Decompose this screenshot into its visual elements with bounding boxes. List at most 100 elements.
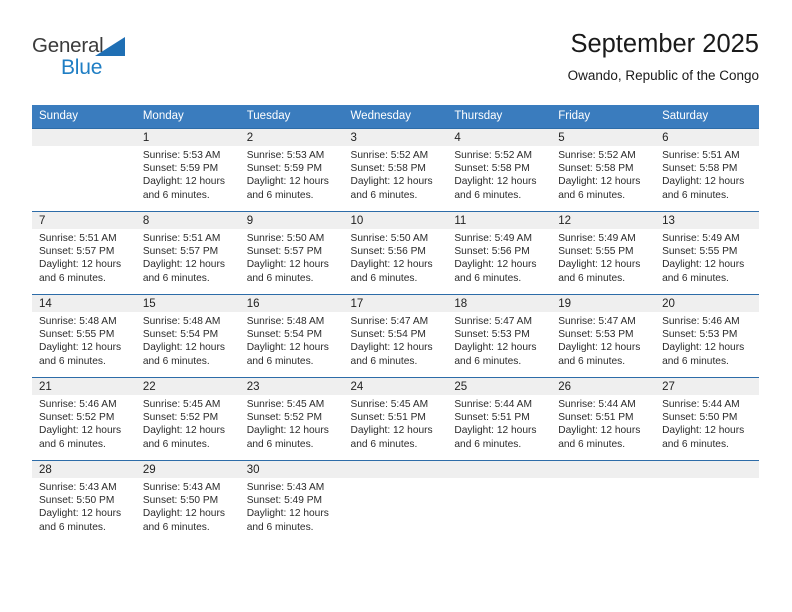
day-details: Sunrise: 5:49 AM Sunset: 5:56 PM Daylight:… [447, 229, 551, 285]
calendar-day-cell[interactable]: 17 Sunrise: 5:47 AM Sunset: 5:54 PM Dayligh… [343, 294, 448, 378]
sunset-text: Sunset: 5:57 PM [142, 246, 219, 258]
calendar-day-cell[interactable]: 13 Sunrise: 5:49 AM Sunset: 5:55 PM Dayligh… [655, 211, 759, 295]
calendar-day-cell[interactable]: 16 Sunrise: 5:48 AM Sunset: 5:54 PM Dayligh… [239, 294, 344, 378]
sunrise-text: Sunrise: 5:48 AM [142, 316, 221, 327]
sunset-text: Sunset: 5:51 PM [558, 412, 634, 424]
daylight-text-line1: Daylight: 12 hours [350, 425, 433, 437]
day-details: Sunrise: 5:53 AM Sunset: 5:59 PM Daylight:… [240, 146, 344, 202]
day-details: Sunrise: 5:48 AM Sunset: 5:54 PM Daylight:… [136, 312, 240, 368]
calendar-day-cell[interactable]: 7 Sunrise: 5:51 AM Sunset: 5:57 PM Daylight… [32, 211, 136, 295]
sunrise-text: Sunrise: 5:43 AM [142, 482, 221, 493]
daylight-text-line1: Daylight: 12 hours [142, 342, 225, 354]
sunset-text: Sunset: 5:52 PM [142, 412, 219, 424]
day-details: Sunrise: 5:46 AM Sunset: 5:52 PM Daylight:… [32, 395, 136, 451]
calendar-day-cell[interactable]: 24 Sunrise: 5:45 AM Sunset: 5:51 PM Dayligh… [343, 377, 448, 461]
daylight-text-line2: and 6 minutes. [558, 189, 626, 201]
daylight-text-line2: and 6 minutes. [142, 438, 210, 450]
calendar-day-cell[interactable]: 20 Sunrise: 5:46 AM Sunset: 5:53 PM Dayligh… [655, 294, 759, 378]
calendar-cell-empty [32, 128, 136, 212]
calendar-day-cell[interactable]: 12 Sunrise: 5:49 AM Sunset: 5:55 PM Dayligh… [551, 211, 656, 295]
calendar-day-cell[interactable]: 15 Sunrise: 5:48 AM Sunset: 5:54 PM Dayligh… [135, 294, 240, 378]
daylight-text-line2: and 6 minutes. [142, 355, 210, 367]
calendar-day-cell[interactable]: 11 Sunrise: 5:49 AM Sunset: 5:56 PM Dayligh… [447, 211, 552, 295]
day-details: Sunrise: 5:46 AM Sunset: 5:53 PM Daylight:… [655, 312, 759, 368]
day-details: Sunrise: 5:43 AM Sunset: 5:50 PM Daylight:… [136, 478, 240, 534]
day-details: Sunrise: 5:47 AM Sunset: 5:54 PM Daylight:… [344, 312, 448, 368]
daylight-text-line2: and 6 minutes. [350, 189, 418, 201]
sunrise-text: Sunrise: 5:47 AM [454, 316, 532, 327]
calendar-day-cell[interactable]: 4 Sunrise: 5:52 AM Sunset: 5:58 PM Daylight… [447, 128, 552, 212]
calendar-day-cell[interactable]: 30 Sunrise: 5:43 AM Sunset: 5:49 PM Dayligh… [239, 460, 344, 543]
calendar-day-cell[interactable]: 28 Sunrise: 5:43 AM Sunset: 5:50 PM Dayligh… [32, 460, 136, 543]
sunset-text: Sunset: 5:53 PM [662, 329, 738, 341]
daylight-text-line2: and 6 minutes. [558, 438, 626, 450]
day-number: 2 [239, 129, 344, 146]
daylight-text-line1: Daylight: 12 hours [662, 259, 745, 271]
daylight-text-line1: Daylight: 12 hours [350, 342, 433, 354]
day-number: 9 [239, 212, 344, 229]
calendar-day-cell[interactable]: 18 Sunrise: 5:47 AM Sunset: 5:53 PM Dayligh… [447, 294, 552, 378]
daylight-text-line2: and 6 minutes. [142, 521, 210, 533]
day-number: 12 [551, 212, 656, 229]
calendar-day-cell[interactable]: 22 Sunrise: 5:45 AM Sunset: 5:52 PM Dayligh… [135, 377, 240, 461]
sunset-text: Sunset: 5:49 PM [246, 495, 323, 507]
calendar-week-row: 14 Sunrise: 5:48 AM Sunset: 5:55 PM Dayligh… [32, 294, 759, 378]
sunrise-text: Sunrise: 5:52 AM [350, 150, 429, 161]
calendar-day-cell[interactable]: 8 Sunrise: 5:51 AM Sunset: 5:57 PM Daylight… [135, 211, 240, 295]
day-number [447, 461, 552, 478]
calendar-day-cell[interactable]: 6 Sunrise: 5:51 AM Sunset: 5:58 PM Daylight… [655, 128, 759, 212]
sunset-text: Sunset: 5:53 PM [558, 329, 634, 341]
daylight-text-line2: and 6 minutes. [662, 272, 729, 284]
sunrise-text: Sunrise: 5:45 AM [246, 399, 325, 410]
logo-triangle-icon [95, 37, 125, 56]
sunrise-text: Sunrise: 5:45 AM [350, 399, 429, 410]
calendar-day-cell[interactable]: 21 Sunrise: 5:46 AM Sunset: 5:52 PM Dayligh… [32, 377, 136, 461]
day-number: 6 [655, 129, 759, 146]
calendar-day-cell[interactable]: 14 Sunrise: 5:48 AM Sunset: 5:55 PM Dayligh… [32, 294, 136, 378]
day-details: Sunrise: 5:44 AM Sunset: 5:50 PM Daylight:… [655, 395, 759, 451]
day-details: Sunrise: 5:48 AM Sunset: 5:55 PM Daylight:… [32, 312, 136, 368]
sunset-text: Sunset: 5:50 PM [142, 495, 219, 507]
daylight-text-line2: and 6 minutes. [454, 438, 522, 450]
daylight-text-line1: Daylight: 12 hours [662, 425, 745, 437]
calendar-day-cell[interactable]: 27 Sunrise: 5:44 AM Sunset: 5:50 PM Dayligh… [655, 377, 759, 461]
daylight-text-line1: Daylight: 12 hours [246, 425, 329, 437]
sunrise-text: Sunrise: 5:50 AM [350, 233, 429, 244]
calendar-body: 1 Sunrise: 5:53 AM Sunset: 5:59 PM Daylight… [32, 128, 759, 543]
daylight-text-line2: and 6 minutes. [662, 355, 729, 367]
day-details: Sunrise: 5:52 AM Sunset: 5:58 PM Daylight:… [551, 146, 655, 202]
day-details: Sunrise: 5:49 AM Sunset: 5:55 PM Daylight:… [551, 229, 655, 285]
calendar-day-cell[interactable]: 29 Sunrise: 5:43 AM Sunset: 5:50 PM Dayligh… [135, 460, 240, 543]
sunset-text: Sunset: 5:55 PM [662, 246, 738, 258]
day-details: Sunrise: 5:44 AM Sunset: 5:51 PM Daylight:… [551, 395, 655, 451]
calendar-day-cell[interactable]: 25 Sunrise: 5:44 AM Sunset: 5:51 PM Dayligh… [447, 377, 552, 461]
calendar-day-cell[interactable]: 1 Sunrise: 5:53 AM Sunset: 5:59 PM Daylight… [135, 128, 240, 212]
weekday-header-sunday: Sunday [32, 105, 136, 129]
day-number [32, 129, 136, 146]
daylight-text-line1: Daylight: 12 hours [142, 259, 225, 271]
day-number: 4 [447, 129, 552, 146]
calendar-week-row: 1 Sunrise: 5:53 AM Sunset: 5:59 PM Daylight… [32, 128, 759, 212]
day-number: 18 [447, 295, 552, 312]
calendar-day-cell[interactable]: 2 Sunrise: 5:53 AM Sunset: 5:59 PM Daylight… [239, 128, 344, 212]
sunrise-text: Sunrise: 5:48 AM [246, 316, 325, 327]
day-number: 13 [655, 212, 759, 229]
day-details: Sunrise: 5:52 AM Sunset: 5:58 PM Daylight:… [344, 146, 448, 202]
general-blue-logo[interactable]: General Blue [32, 34, 162, 86]
calendar-day-cell[interactable]: 10 Sunrise: 5:50 AM Sunset: 5:56 PM Dayligh… [343, 211, 448, 295]
daylight-text-line2: and 6 minutes. [350, 355, 418, 367]
sunrise-text: Sunrise: 5:48 AM [39, 316, 117, 327]
calendar-day-cell[interactable]: 3 Sunrise: 5:52 AM Sunset: 5:58 PM Daylight… [343, 128, 448, 212]
day-number [343, 461, 448, 478]
daylight-text-line2: and 6 minutes. [246, 355, 314, 367]
day-number: 21 [32, 378, 136, 395]
calendar-day-cell[interactable]: 5 Sunrise: 5:52 AM Sunset: 5:58 PM Daylight… [551, 128, 656, 212]
calendar-day-cell[interactable]: 19 Sunrise: 5:47 AM Sunset: 5:53 PM Dayligh… [551, 294, 656, 378]
daylight-text-line2: and 6 minutes. [558, 355, 626, 367]
weekday-header-monday: Monday [135, 105, 240, 129]
daylight-text-line1: Daylight: 12 hours [454, 342, 537, 354]
calendar-day-cell[interactable]: 26 Sunrise: 5:44 AM Sunset: 5:51 PM Dayligh… [551, 377, 656, 461]
day-details: Sunrise: 5:44 AM Sunset: 5:51 PM Daylight:… [447, 395, 551, 451]
calendar-day-cell[interactable]: 23 Sunrise: 5:45 AM Sunset: 5:52 PM Dayligh… [239, 377, 344, 461]
calendar-day-cell[interactable]: 9 Sunrise: 5:50 AM Sunset: 5:57 PM Daylight… [239, 211, 344, 295]
